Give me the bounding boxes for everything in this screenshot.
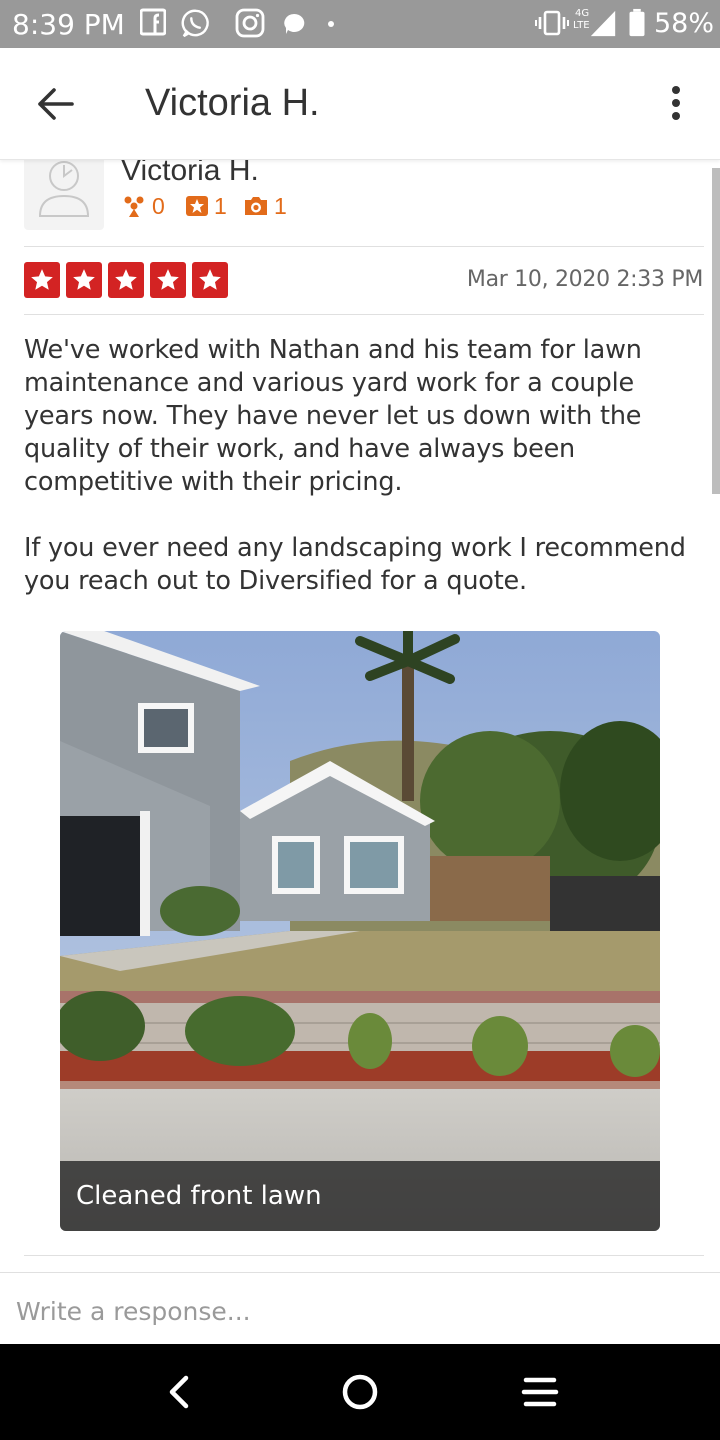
user-placeholder-icon (38, 161, 90, 217)
user-name[interactable]: Victoria H. (121, 160, 259, 188)
signal-icon (590, 10, 616, 37)
star-icon (150, 262, 186, 298)
photo-caption: Cleaned front lawn (76, 1181, 322, 1211)
app-bar: Victoria H. (0, 48, 720, 160)
photos-count: 1 (274, 193, 287, 219)
facebook-icon (140, 8, 166, 36)
dot-icon (328, 21, 334, 27)
more-vertical-icon[interactable] (660, 84, 692, 124)
nav-menu-icon[interactable] (516, 1370, 564, 1414)
review-star-icon (186, 196, 208, 216)
whatsapp-icon (181, 9, 209, 38)
friends-count: 0 (152, 193, 165, 219)
star-icon (192, 262, 228, 298)
review-photo[interactable]: Cleaned front lawn (60, 631, 660, 1231)
avatar[interactable] (24, 160, 104, 230)
status-bar: 8:39 PM 4G LTE 58% (0, 0, 720, 48)
divider (24, 246, 704, 247)
battery-level: 58% (654, 8, 715, 39)
instagram-icon (235, 8, 265, 38)
divider (24, 314, 704, 315)
star-icon (24, 262, 60, 298)
vibrate-icon (535, 10, 569, 36)
star-icon (66, 262, 102, 298)
nav-back-icon[interactable] (156, 1370, 204, 1414)
page-title: Victoria H. (145, 82, 320, 124)
camera-icon (245, 197, 267, 215)
review-paragraph: We've worked with Nathan and his team fo… (24, 335, 642, 497)
divider (24, 1255, 704, 1256)
nav-home-icon[interactable] (336, 1370, 384, 1414)
review-content: Victoria H. 0 1 1 Mar 10, 2020 2:33 PM W… (0, 160, 720, 1272)
navigation-bar (0, 1344, 720, 1440)
review-date: Mar 10, 2020 2:33 PM (466, 267, 703, 292)
scrollbar-thumb[interactable] (712, 168, 720, 494)
response-bar (0, 1272, 720, 1344)
star-icon (108, 262, 144, 298)
review-paragraph: If you ever need any landscaping work I … (24, 533, 686, 596)
network-type: 4G (575, 8, 590, 19)
response-input[interactable] (16, 1293, 696, 1329)
status-time: 8:39 PM (12, 8, 125, 41)
arrow-left-icon[interactable] (30, 84, 80, 124)
review-text: We've worked with Nathan and his team fo… (24, 334, 704, 598)
photo-caption-bar: Cleaned front lawn (60, 1161, 660, 1231)
messenger-icon (284, 13, 305, 34)
battery-icon (629, 8, 645, 37)
reviews-count: 1 (214, 193, 227, 219)
house-photo-image (60, 631, 660, 1231)
friends-icon (124, 196, 144, 217)
